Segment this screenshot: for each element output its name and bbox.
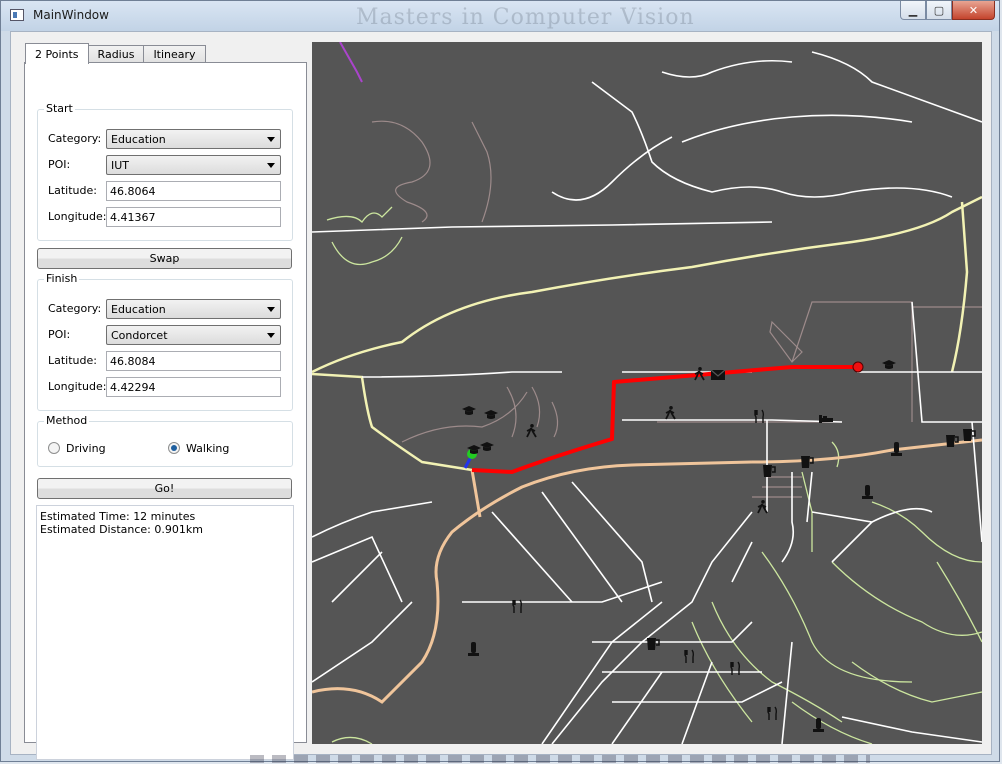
tab-panel-2-points: Start Category: Education POI: IUT Latit… <box>24 62 307 760</box>
map-boundary-line <box>339 42 363 83</box>
start-category-select[interactable]: Education <box>106 129 281 149</box>
walking-radio[interactable] <box>168 442 180 454</box>
go-button[interactable]: Go! <box>37 478 292 499</box>
finish-longitude-label: Longitude: <box>48 380 107 393</box>
finish-marker <box>852 361 864 373</box>
background-window-title: Masters in Computer Vision <box>356 5 695 30</box>
method-group: Method Driving Walking <box>37 414 293 467</box>
swap-button[interactable]: Swap <box>37 248 292 269</box>
start-poi-label: POI: <box>48 158 71 171</box>
dropdown-arrow-icon <box>267 307 275 312</box>
driving-label: Driving <box>66 442 106 455</box>
map-main-road <box>312 438 982 704</box>
window-title: MainWindow <box>33 8 109 22</box>
restaurant-icon <box>754 409 765 424</box>
tab-2-points[interactable]: 2 Points <box>25 43 89 64</box>
maximize-button[interactable]: ▢ <box>926 1 952 20</box>
start-longitude-field[interactable]: 4.41367 <box>106 207 281 227</box>
maximize-icon: ▢ <box>933 3 945 17</box>
finish-poi-select[interactable]: Condorcet <box>106 325 281 345</box>
map-minor-roads <box>312 51 982 744</box>
finish-category-label: Category: <box>48 302 102 315</box>
fuel-pump-icon <box>800 455 814 469</box>
walking-label: Walking <box>186 442 230 455</box>
dropdown-arrow-icon <box>267 137 275 142</box>
restaurant-icon <box>767 706 778 721</box>
finish-group-title: Finish <box>44 272 80 285</box>
walking-person-icon <box>526 423 537 438</box>
walking-person-icon <box>694 366 705 381</box>
minimize-icon: ▁ <box>908 3 918 17</box>
graduation-cap-icon <box>462 406 476 415</box>
memorial-icon <box>813 718 824 732</box>
close-button[interactable]: ✕ <box>952 1 995 20</box>
estimated-time-text: Estimated Time: 12 minutes <box>40 510 196 523</box>
map-secondary-roads <box>312 195 982 472</box>
driving-option[interactable]: Driving <box>48 441 168 461</box>
mail-icon <box>710 369 726 381</box>
title-bar[interactable]: MainWindow Masters in Computer Vision ▁ … <box>1 1 999 31</box>
start-category-value: Education <box>111 133 166 146</box>
start-poi-value: IUT <box>111 159 130 172</box>
start-latitude-label: Latitude: <box>48 184 97 197</box>
bar-drink-icon <box>762 464 776 478</box>
finish-group: Finish Category: Education POI: Condorce… <box>37 272 293 411</box>
walking-option[interactable]: Walking <box>168 441 288 461</box>
start-latitude-field[interactable]: 46.8064 <box>106 181 281 201</box>
map-view[interactable] <box>312 42 982 744</box>
tab-bar: 2 Points Radius Itineary <box>25 43 206 64</box>
app-window-icon <box>10 9 24 21</box>
memorial-icon <box>468 642 479 656</box>
finish-category-value: Education <box>111 303 166 316</box>
dropdown-arrow-icon <box>267 333 275 338</box>
monument-icon <box>862 485 873 499</box>
method-group-title: Method <box>44 414 90 427</box>
results-text-area[interactable]: Estimated Time: 12 minutes Estimated Dis… <box>36 505 294 760</box>
start-group-title: Start <box>44 102 75 115</box>
start-longitude-label: Longitude: <box>48 210 107 223</box>
graduation-cap-icon <box>480 442 494 451</box>
estimated-distance-text: Estimated Distance: 0.901km <box>40 523 203 536</box>
hotel-bed-icon <box>819 415 833 423</box>
map-canvas[interactable] <box>312 42 982 744</box>
walking-person-icon <box>665 405 676 420</box>
close-icon: ✕ <box>968 3 979 17</box>
start-category-label: Category: <box>48 132 102 145</box>
background-window-text <box>250 755 870 763</box>
bar-drink-icon <box>945 434 959 448</box>
client-area: 2 Points Radius Itineary Start Category:… <box>10 31 992 760</box>
cycling-icon <box>757 499 768 514</box>
driving-radio[interactable] <box>48 442 60 454</box>
bar-drink-icon <box>646 637 660 651</box>
restaurant-icon <box>730 661 741 676</box>
start-group: Start Category: Education POI: IUT Latit… <box>37 102 293 241</box>
finish-category-select[interactable]: Education <box>106 299 281 319</box>
restaurant-icon <box>684 649 695 664</box>
finish-longitude-field[interactable]: 4.42294 <box>106 377 281 397</box>
tab-itineary[interactable]: Itineary <box>143 45 206 63</box>
minimize-button[interactable]: ▁ <box>900 1 926 20</box>
finish-poi-label: POI: <box>48 328 71 341</box>
tab-radius[interactable]: Radius <box>87 45 145 63</box>
dropdown-arrow-icon <box>267 163 275 168</box>
map-green-paths <box>326 206 982 744</box>
finish-latitude-label: Latitude: <box>48 354 97 367</box>
graduation-cap-icon <box>882 360 896 369</box>
main-window: MainWindow Masters in Computer Vision ▁ … <box>0 0 1000 762</box>
graduation-cap-icon <box>484 410 498 419</box>
start-poi-select[interactable]: IUT <box>106 155 281 175</box>
finish-poi-value: Condorcet <box>111 329 168 342</box>
finish-latitude-field[interactable]: 46.8084 <box>106 351 281 371</box>
